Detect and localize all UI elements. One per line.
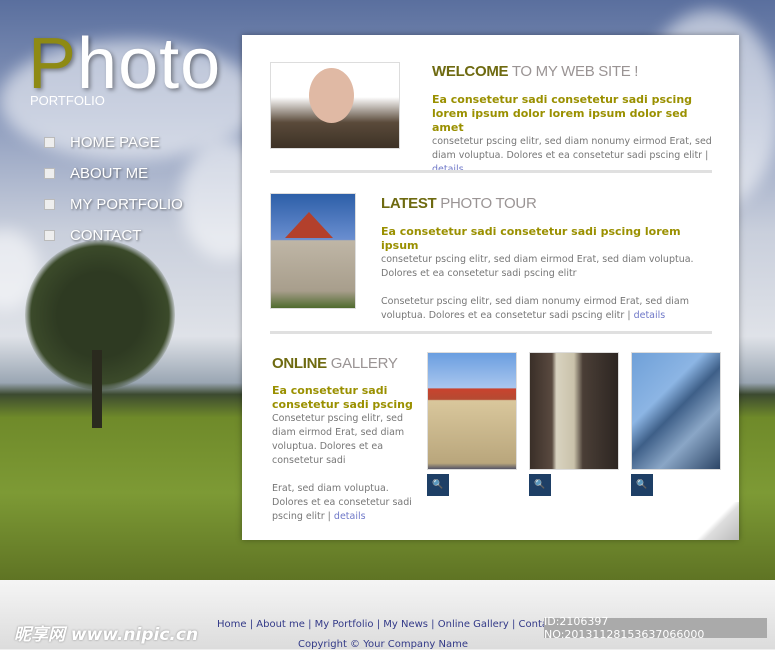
footer-link-about[interactable]: About me <box>256 619 305 630</box>
content-panel: WELCOME TO MY WEB SITE ! Ea consetetur s… <box>242 35 739 540</box>
footer-link-gallery[interactable]: Online Gallery <box>438 619 509 630</box>
zoom-button[interactable]: 🔍 <box>631 474 653 496</box>
welcome-photo <box>270 62 400 149</box>
image-id: ID:2106397 NO:20131128153637066000 <box>544 615 767 641</box>
gallery-heading: ONLINE GALLERY <box>272 355 398 372</box>
tour-text-2: Consetetur pscing elitr, sed diam nonumy… <box>381 296 690 321</box>
gallery-photo-1[interactable] <box>427 352 517 470</box>
footer-link-news[interactable]: My News <box>383 619 428 630</box>
divider <box>270 331 712 334</box>
watermark: 昵享网 www.nipic.cn <box>14 625 199 645</box>
bullet-icon <box>44 199 55 210</box>
bullet-icon <box>44 230 55 241</box>
gallery-photo-3[interactable] <box>631 352 721 470</box>
gallery-lead: Ea consetetur sadi consetetur sadi pscin… <box>272 384 413 411</box>
welcome-heading: WELCOME TO MY WEB SITE ! <box>432 63 639 80</box>
page-curl <box>691 502 739 540</box>
nav-contact[interactable]: CONTACT <box>44 220 183 251</box>
tour-text: consetetur pscing elitr, sed diam eirmod… <box>381 254 694 279</box>
footer: 昵享网 www.nipic.cn Home | About me | My Po… <box>0 580 775 650</box>
tower-photo <box>270 193 356 309</box>
gallery-text: Consetetur pscing elitr, sed diam eirmod… <box>272 413 405 466</box>
copyright: Copyright © Your Company Name <box>298 639 468 650</box>
footer-link-portfolio[interactable]: My Portfolio <box>315 619 374 630</box>
nav-home[interactable]: HOME PAGE <box>44 127 183 158</box>
gallery-text-2: Erat, sed diam voluptua. Dolores et ea c… <box>272 483 412 522</box>
magnifier-icon: 🔍 <box>534 480 546 490</box>
gallery-photo-2[interactable] <box>529 352 619 470</box>
main-nav: HOME PAGE ABOUT ME MY PORTFOLIO CONTACT <box>44 127 183 251</box>
footer-links: Home | About me | My Portfolio | My News… <box>217 619 563 630</box>
nav-portfolio[interactable]: MY PORTFOLIO <box>44 189 183 220</box>
gallery-details-link[interactable]: details <box>334 511 366 522</box>
tour-lead: Ea consetetur sadi consetetur sadi pscin… <box>381 225 681 252</box>
logo: Photo <box>28 24 222 104</box>
zoom-button[interactable]: 🔍 <box>427 474 449 496</box>
magnifier-icon: 🔍 <box>636 480 648 490</box>
logo-subtitle: PORTFOLIO <box>30 93 105 108</box>
divider <box>270 170 712 173</box>
zoom-button[interactable]: 🔍 <box>529 474 551 496</box>
nav-about[interactable]: ABOUT ME <box>44 158 183 189</box>
bullet-icon <box>44 168 55 179</box>
magnifier-icon: 🔍 <box>432 480 444 490</box>
tour-heading: LATEST PHOTO TOUR <box>381 195 537 212</box>
welcome-lead: Ea consetetur sadi consetetur sadi pscin… <box>432 93 693 134</box>
tour-details-link[interactable]: details <box>634 310 666 321</box>
footer-link-home[interactable]: Home <box>217 619 247 630</box>
bullet-icon <box>44 137 55 148</box>
